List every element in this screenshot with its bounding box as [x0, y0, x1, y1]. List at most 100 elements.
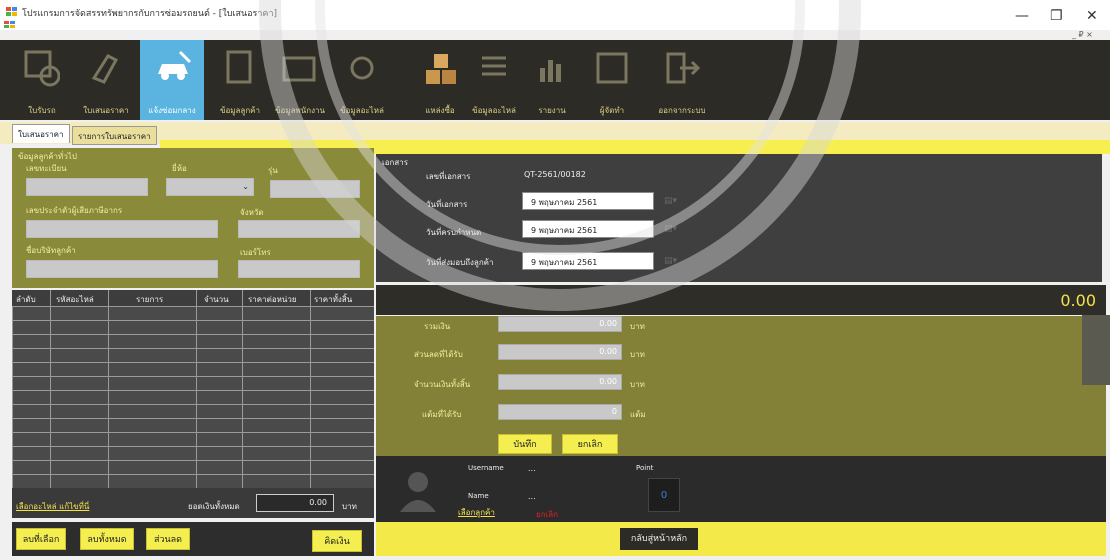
close-button[interactable]: ✕ [1086, 8, 1098, 24]
summary-group: รวมเงิน 0.00 บาท ส่วนลดที่ได้รับ 0.00 บา… [376, 316, 1106, 456]
chevron-down-icon: ⌄ [242, 182, 249, 191]
points-field: 0 [498, 404, 622, 420]
plate-label: เลขทะเบียน [26, 164, 67, 173]
mdi-controls[interactable]: _ ₽ × [1072, 30, 1093, 39]
due-date-value: 9 พฤษภาคม 2561 [531, 258, 598, 267]
grid-icon [596, 52, 628, 84]
calculate-button[interactable]: คิดเงิน [312, 530, 362, 552]
toolbar-label: แจ้งซ่อมกลาง [148, 106, 196, 115]
grid-header[interactable]: ราคาต่อหน่วย [248, 293, 297, 309]
tab-quotation-list[interactable]: รายการใบเสนอราคา [72, 126, 157, 145]
due-label: วันที่ส่งมอบถึงลูกค้า [426, 258, 494, 267]
window-title: โปรแกรมการจัดสรรทรัพยากรกับการซ่อมรถยนต์… [22, 9, 278, 19]
province-label: จังหวัด [240, 208, 264, 217]
discount-field: 0.00 [498, 344, 622, 360]
subtotal-label: รวมเงิน [424, 322, 451, 331]
grid-header[interactable]: จำนวน [204, 293, 229, 309]
username-value: ... [528, 464, 536, 473]
avatar [400, 472, 436, 512]
toolbar-label: ข้อมูลอะไหล่ [472, 106, 516, 115]
model-input[interactable] [270, 180, 360, 198]
toolbar-label: ใบเสนอราคา [83, 106, 129, 115]
grid-divider [196, 290, 197, 488]
toolbar-item-quotation[interactable]: ใบเสนอราคา [74, 40, 138, 120]
items-grid[interactable]: ลำดับ รหัสอะไหล่ รายการ จำนวน ราคาต่อหน่… [12, 290, 374, 488]
discount-unit: บาท [630, 350, 645, 359]
doc-date-label: วันที่เอกสาร [426, 200, 468, 209]
grand-total-display: 0.00 [1060, 291, 1096, 310]
toolbar-item-parts-data[interactable]: ข้อมูลอะไหล่ [462, 40, 526, 120]
name-value: ... [528, 492, 536, 501]
doc-date-picker[interactable]: 9 พฤษภาคม 2561 [522, 192, 654, 210]
tab-quotation[interactable]: ใบเสนอราคา [12, 124, 70, 143]
tax-input[interactable] [26, 220, 218, 238]
delete-all-button[interactable]: ลบทั้งหมด [80, 528, 134, 550]
toolbar-item-employee[interactable]: ข้อมูลพนักงาน [268, 40, 332, 120]
car-tools-icon [158, 50, 192, 80]
username-label: Username [468, 464, 504, 472]
points-unit: แต้ม [630, 410, 646, 419]
toolbar-label: ออกจากระบบ [658, 106, 706, 115]
cancel-button[interactable]: ยกเลิก [562, 434, 618, 454]
grid-divider [310, 290, 311, 488]
main-toolbar: ใบรับรถ ใบเสนอราคา แจ้งซ่อมกลาง ข้อมูลลู… [0, 40, 1110, 120]
status-text: ยกเลิก [536, 510, 559, 519]
total-label: ยอดเงินทั้งหมด [188, 502, 240, 511]
province-input[interactable] [238, 220, 360, 238]
save-button[interactable]: บันทึก [498, 434, 552, 454]
document-legend: เอกสาร [382, 158, 409, 167]
calendar-icon[interactable]: ▤▾ [664, 224, 677, 234]
calendar-icon[interactable]: ▤▾ [664, 196, 677, 206]
back-home-button[interactable]: กลับสู่หน้าหลัก [620, 528, 698, 550]
toolbar-item-parts[interactable]: ข้อมูลอะไหล่ [330, 40, 394, 120]
grid-divider [50, 290, 51, 488]
grid-header[interactable]: ลำดับ [16, 293, 36, 309]
tax-label: เลขประจำตัวผู้เสียภาษีอากร [26, 206, 123, 215]
grid-header[interactable]: รหัสอะไหล่ [56, 293, 94, 309]
bottom-bar: กลับสู่หน้าหลัก [376, 522, 1106, 556]
name-label: Name [468, 492, 489, 500]
grand-unit: บาท [630, 380, 645, 389]
exit-icon [666, 52, 700, 84]
mdi-child-icon [4, 21, 15, 28]
phone-input[interactable] [238, 260, 360, 278]
plate-input[interactable] [26, 178, 148, 196]
toolbar-item-logout[interactable]: ออกจากระบบ [650, 40, 714, 120]
discount-button[interactable]: ส่วนลด [146, 528, 190, 550]
toolbar-item-customer[interactable]: ข้อมูลลูกค้า [208, 40, 272, 120]
chart-icon [540, 60, 561, 82]
grid-body[interactable] [12, 306, 374, 488]
delivery-label: วันที่ครบกำหนด [426, 228, 482, 237]
calendar-gear-icon [24, 50, 60, 87]
choose-parts-link[interactable]: เลือกอะไหล่ แก้ไขที่นี่ [16, 500, 89, 513]
due-date-picker[interactable]: 9 พฤษภาคม 2561 [522, 252, 654, 270]
grid-header[interactable]: รายการ [136, 293, 163, 309]
toolbar-item-receive-car[interactable]: ใบรับรถ [10, 40, 74, 120]
toolbar-label: ข้อมูลอะไหล่ [340, 106, 384, 115]
toolbar-item-author[interactable]: ผู้จัดทำ [580, 40, 644, 120]
model-label: รุ่น [268, 166, 278, 175]
restore-button[interactable]: ❐ [1050, 8, 1063, 24]
toolbar-label: ข้อมูลพนักงาน [275, 106, 325, 115]
wrench-doc-icon [91, 54, 119, 84]
left-total-bar: เลือกอะไหล่ แก้ไขที่นี่ ยอดเงินทั้งหมด 0… [12, 488, 374, 518]
minimize-button[interactable]: — [1015, 8, 1029, 24]
calendar-icon[interactable]: ▤▾ [664, 256, 677, 266]
grid-header[interactable]: ราคาทั้งสิ้น [314, 293, 352, 309]
brand-select[interactable]: ⌄ [166, 178, 254, 196]
company-input[interactable] [26, 260, 218, 278]
company-label: ชื่อบริษัทลูกค้า [26, 246, 76, 255]
app-icon [6, 7, 17, 16]
toolbar-label: ข้อมูลลูกค้า [219, 106, 261, 115]
delete-selected-button[interactable]: ลบที่เลือก [16, 528, 66, 550]
doc-number-value: QT-2561/00182 [524, 170, 586, 179]
toolbar-item-report[interactable]: รายงาน [520, 40, 584, 120]
brand-label: ยี่ห้อ [172, 164, 187, 173]
points-label: แต้มที่ได้รับ [422, 410, 462, 419]
choose-customer-link[interactable]: เลือกลูกค้า [458, 506, 495, 519]
grand-label: จำนวนเงินทั้งสิ้น [414, 380, 471, 389]
customer-group: ข้อมูลลูกค้าทั่วไป เลขทะเบียน ยี่ห้อ รุ่… [12, 148, 374, 288]
delivery-date-value: 9 พฤษภาคม 2561 [531, 226, 598, 235]
toolbar-item-repair[interactable]: แจ้งซ่อมกลาง [140, 40, 204, 120]
delivery-date-picker[interactable]: 9 พฤษภาคม 2561 [522, 220, 654, 238]
